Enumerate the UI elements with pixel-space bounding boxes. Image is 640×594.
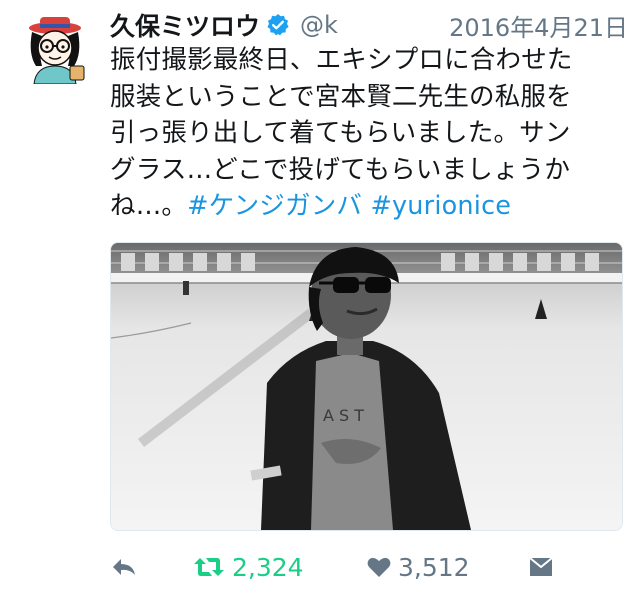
hashtag-link[interactable]: #ケンジガンバ [187, 191, 362, 221]
tweet-text-line: 振付撮影最終日、エキシプロに合わせた [110, 45, 573, 75]
ice-rink-photo: A S T [111, 243, 622, 530]
reply-icon [113, 559, 135, 575]
tweet-header: 久保ミツロウ @k 2016年4月21日 [110, 8, 628, 42]
cartoon-avatar-icon [20, 14, 90, 84]
verified-badge-icon [266, 13, 290, 37]
hashtag-link[interactable]: #yurionice [370, 191, 511, 221]
tweet-text-line-last: ね…。#ケンジガンバ #yurionice [110, 188, 630, 225]
author-handle[interactable]: @k [300, 11, 338, 39]
tweet-photo[interactable]: A S T [110, 242, 623, 531]
author-name[interactable]: 久保ミツロウ [110, 7, 260, 43]
like-count: 3,512 [398, 552, 470, 582]
retweet-count: 2,324 [232, 552, 304, 582]
avatar[interactable] [20, 14, 90, 84]
like-button[interactable]: 3,512 [366, 546, 470, 588]
tweet-actions: 2,324 3,512 [110, 546, 630, 588]
retweet-icon [194, 558, 224, 576]
reply-button[interactable] [110, 546, 138, 588]
tweet-text-line: 引っ張り出して着てもらいました。サン [110, 118, 571, 148]
tweet-text-line: 服装ということで宮本賢二先生の私服を [110, 81, 572, 112]
tweet-date[interactable]: 2016年4月21日 [449, 8, 628, 43]
svg-text:A S T: A S T [323, 406, 364, 425]
heart-icon [367, 557, 391, 577]
tweet-text: 振付撮影最終日、エキシプロに合わせた 服装ということで宮本賢二先生の私服を 引っ… [110, 42, 630, 225]
direct-message-icon [529, 557, 553, 576]
tweet-text-line: グラス…どこで投げてもらいましょうか [110, 154, 571, 185]
tweet-text-tail: ね…。 [110, 191, 188, 221]
direct-message-button[interactable] [528, 546, 554, 588]
retweet-button[interactable]: 2,324 [192, 546, 304, 588]
